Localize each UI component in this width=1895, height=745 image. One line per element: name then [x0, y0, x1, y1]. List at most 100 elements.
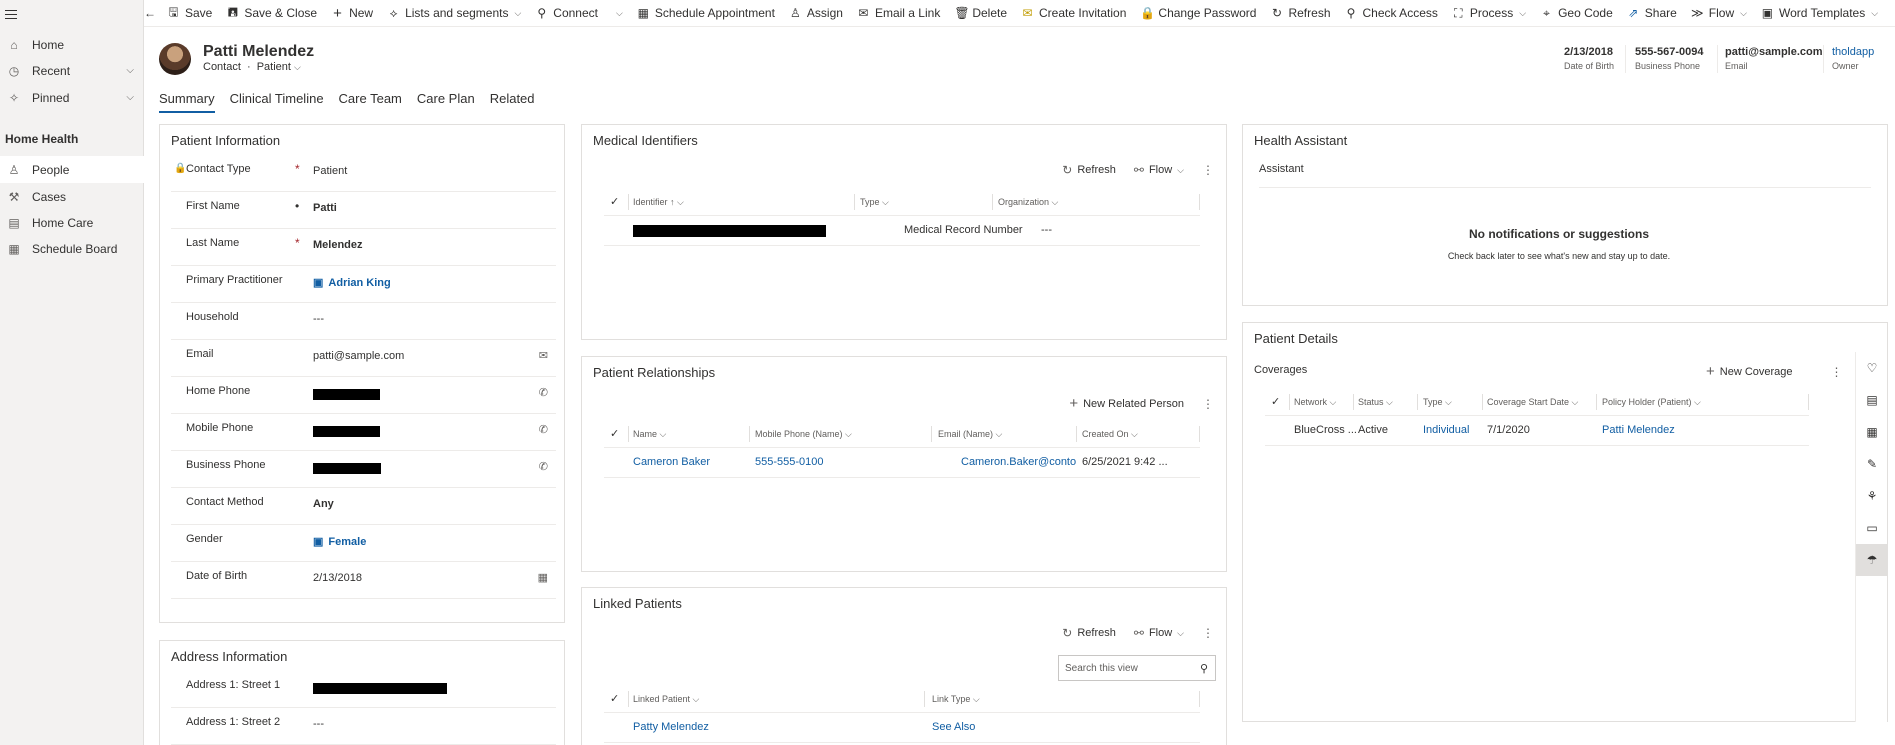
nav-item-people[interactable]: ♙ People — [0, 156, 144, 183]
field-last-name[interactable]: Last Name * Melendez — [171, 229, 556, 266]
new-coverage-button[interactable]: + New Coverage — [1706, 363, 1793, 380]
field-address-street2[interactable]: Address 1: Street 2 --- — [171, 708, 556, 745]
refresh-button[interactable]: ↻ Refresh — [1062, 163, 1116, 177]
search-icon[interactable]: ⚲ — [1200, 662, 1208, 675]
more-commands-button[interactable]: ⋮ — [1885, 0, 1895, 27]
field-value[interactable]: ▣ Female — [313, 535, 366, 548]
cell-type-link[interactable]: Individual — [1423, 424, 1469, 436]
practitioner-link[interactable]: Adrian King — [328, 277, 390, 289]
email-link-button[interactable]: ✉ Email a Link — [850, 0, 947, 27]
column-header-organization[interactable]: Organization ⌵ — [998, 197, 1058, 208]
select-all-checkbox[interactable]: ✓ — [610, 692, 619, 705]
cell-mobile-link[interactable]: 555-555-0100 — [755, 456, 824, 468]
column-header-type[interactable]: Type ⌵ — [1423, 397, 1452, 408]
check-access-button[interactable]: ⚲ Check Access — [1338, 0, 1445, 27]
email-icon[interactable]: ✉ — [539, 349, 548, 362]
field-home-phone[interactable]: Home Phone ✆ — [171, 377, 556, 414]
calendar-icon[interactable]: ▦ — [538, 571, 548, 584]
delete-button[interactable]: 🗑 Delete — [947, 0, 1014, 27]
new-related-person-button[interactable]: + New Related Person — [1069, 395, 1184, 412]
field-value[interactable]: Melendez — [313, 239, 363, 251]
cell-policy-holder-link[interactable]: Patti Melendez — [1602, 424, 1675, 436]
refresh-button[interactable]: ↻ Refresh — [1263, 0, 1337, 27]
connect-button[interactable]: ⚲ Connect — [528, 0, 605, 27]
field-value[interactable]: --- — [313, 313, 324, 325]
refresh-button[interactable]: ↻ Refresh — [1062, 626, 1116, 640]
save-button[interactable]: 🖫 Save — [160, 0, 219, 27]
table-row[interactable]: BlueCross ... Active Individual 7/1/2020… — [1265, 416, 1809, 446]
tab-summary[interactable]: Summary — [159, 91, 215, 113]
share-button[interactable]: ⇗ Share — [1620, 0, 1684, 27]
geo-code-button[interactable]: ⌖ Geo Code — [1533, 0, 1620, 27]
hamburger-menu-icon[interactable] — [5, 6, 21, 22]
tab-care-team[interactable]: Care Team — [339, 91, 402, 113]
more-icon[interactable]: ⋮ — [1202, 163, 1214, 177]
word-templates-button[interactable]: ▣ Word Templates ⌵ — [1754, 0, 1885, 27]
owner-link[interactable]: tholdapp — [1832, 46, 1874, 58]
change-password-button[interactable]: 🔒 Change Password — [1133, 0, 1263, 27]
nav-item-schedule-board[interactable]: ▦ Schedule Board — [0, 235, 144, 262]
tab-care-plan[interactable]: Care Plan — [417, 91, 475, 113]
form-selector[interactable]: Patient — [257, 61, 291, 73]
field-address-street1[interactable]: Address 1: Street 1 — [171, 671, 556, 708]
field-value[interactable]: --- — [313, 718, 324, 730]
phone-icon[interactable]: ✆ — [539, 460, 548, 473]
column-header-created-on[interactable]: Created On ⌵ — [1082, 429, 1138, 440]
phone-icon[interactable]: ✆ — [539, 386, 548, 399]
more-icon[interactable]: ⋮ — [1202, 397, 1214, 411]
notes-icon[interactable]: ▤ — [1856, 384, 1888, 416]
lists-segments-button[interactable]: ⟡ Lists and segments ⌵ — [380, 0, 528, 27]
field-date-of-birth[interactable]: Date of Birth 2/13/2018 ▦ — [171, 562, 556, 599]
save-close-button[interactable]: 🖪 Save & Close — [219, 0, 324, 27]
tab-related[interactable]: Related — [490, 91, 535, 113]
nav-item-cases[interactable]: ⚒ Cases — [0, 183, 144, 210]
column-header-email[interactable]: Email (Name) ⌵ — [938, 429, 1002, 440]
table-row[interactable]: Cameron Baker 555-555-0100 Cameron.Baker… — [604, 448, 1200, 478]
flow-button[interactable]: ⚯ Flow ⌵ — [1134, 626, 1184, 640]
new-button[interactable]: + New — [324, 0, 380, 27]
table-row[interactable]: Medical Record Number --- — [604, 216, 1200, 246]
schedule-appointment-button[interactable]: ▦ Schedule Appointment — [630, 0, 782, 27]
gender-value[interactable]: Female — [328, 536, 366, 548]
column-header-type[interactable]: Type ⌵ — [860, 197, 889, 208]
create-invitation-button[interactable]: ✉ Create Invitation — [1014, 0, 1133, 27]
nav-item-pinned[interactable]: ✧ Pinned ⌵ — [0, 84, 144, 111]
column-header-network[interactable]: Network ⌵ — [1294, 397, 1336, 408]
column-header-name[interactable]: Name ⌵ — [633, 429, 666, 440]
field-email[interactable]: Email patti@sample.com ✉ — [171, 340, 556, 377]
assign-button[interactable]: ♙ Assign — [782, 0, 850, 27]
flow-button[interactable]: ⚯ Flow ⌵ — [1134, 163, 1184, 177]
field-business-phone[interactable]: Business Phone ✆ — [171, 451, 556, 488]
field-value[interactable]: 2/13/2018 — [313, 572, 362, 584]
field-primary-practitioner[interactable]: Primary Practitioner ▣ Adrian King — [171, 266, 556, 303]
table-row[interactable]: Patty Melendez See Also — [604, 713, 1200, 743]
clinical-icon[interactable]: ⚘ — [1856, 480, 1888, 512]
pen-icon[interactable]: ✎ — [1856, 448, 1888, 480]
select-all-checkbox[interactable]: ✓ — [610, 427, 619, 440]
cell-email-link[interactable]: Cameron.Baker@contoso.com — [961, 456, 1076, 468]
cell-name-link[interactable]: Cameron Baker — [633, 456, 710, 468]
select-all-checkbox[interactable]: ✓ — [1271, 395, 1280, 408]
nav-item-home[interactable]: ⌂ Home — [0, 31, 144, 58]
column-header-identifier[interactable]: Identifier ↑ ⌵ — [633, 197, 684, 208]
field-household[interactable]: Household --- — [171, 303, 556, 340]
column-header-policy-holder[interactable]: Policy Holder (Patient) ⌵ — [1602, 397, 1701, 408]
more-icon[interactable]: ⋮ — [1831, 365, 1843, 379]
cell-link-type[interactable]: See Also — [932, 721, 975, 733]
field-value[interactable]: Patti — [313, 202, 337, 214]
back-button[interactable]: ← — [144, 0, 156, 27]
field-value[interactable]: Any — [313, 498, 334, 510]
more-icon[interactable]: ⋮ — [1202, 626, 1214, 640]
column-header-coverage-start[interactable]: Coverage Start Date ⌵ — [1487, 397, 1578, 408]
column-header-mobile[interactable]: Mobile Phone (Name) ⌵ — [755, 429, 852, 440]
nav-item-home-care[interactable]: ▤ Home Care — [0, 209, 144, 236]
calendar-icon[interactable]: ▦ — [1856, 416, 1888, 448]
umbrella-icon[interactable]: ☂ — [1856, 544, 1888, 576]
phone-icon[interactable]: ✆ — [539, 423, 548, 436]
nav-item-recent[interactable]: ◷ Recent ⌵ — [0, 57, 144, 84]
health-heart-icon[interactable]: ♡ — [1856, 352, 1888, 384]
field-first-name[interactable]: First Name • Patti — [171, 192, 556, 229]
select-all-checkbox[interactable]: ✓ — [610, 195, 619, 208]
field-value[interactable]: patti@sample.com — [313, 350, 404, 362]
tab-clinical-timeline[interactable]: Clinical Timeline — [230, 91, 324, 113]
